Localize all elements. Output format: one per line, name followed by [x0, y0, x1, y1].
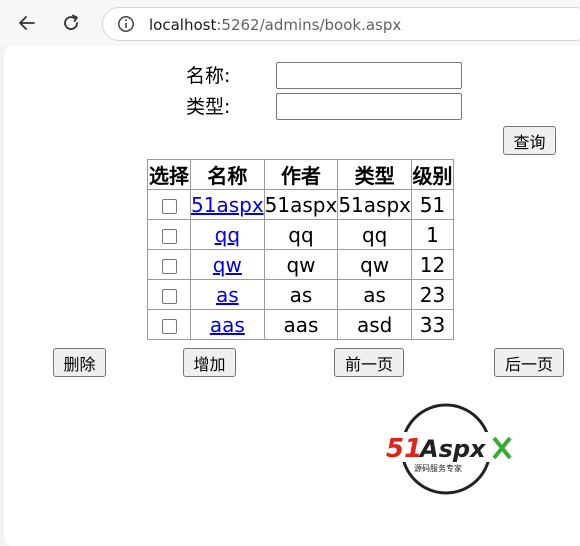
url-text: localhost:5262/admins/book.aspx [149, 16, 401, 34]
back-button[interactable] [12, 8, 42, 38]
select-cell [147, 279, 191, 310]
select-cell [147, 189, 191, 220]
author-cell: qq [263, 219, 339, 250]
row-checkbox[interactable] [161, 288, 177, 304]
header-level: 级别 [410, 159, 454, 190]
type-cell: qq [337, 219, 412, 250]
page-content: 名称: 类型: 查询 选择 名称 作者 类型 级别 51aspx 51aspx … [4, 46, 580, 546]
row-checkbox[interactable] [161, 198, 177, 214]
name-cell: as [190, 279, 265, 310]
type-cell: qw [337, 249, 412, 280]
url-path: :5262/admins/book.aspx [216, 16, 402, 34]
51aspx-logo: 51 Aspx 源码服务专家 [386, 403, 516, 495]
name-label: 名称: [186, 65, 231, 87]
url-host: localhost [149, 16, 217, 34]
header-select: 选择 [147, 159, 191, 190]
level-cell: 12 [410, 249, 454, 280]
site-info-icon[interactable] [117, 15, 135, 33]
book-name-link[interactable]: aas [210, 313, 245, 337]
name-cell: aas [190, 309, 265, 340]
prev-page-button[interactable]: 前一页 [334, 348, 404, 377]
type-cell: 51aspx [337, 189, 412, 220]
reload-button[interactable] [56, 8, 86, 38]
add-button[interactable]: 增加 [183, 348, 236, 377]
name-input[interactable] [276, 62, 462, 89]
author-cell: qw [263, 249, 339, 280]
header-author: 作者 [263, 159, 339, 190]
author-cell: 51aspx [263, 189, 339, 220]
level-cell: 51 [410, 189, 454, 220]
books-table: 选择 名称 作者 类型 级别 51aspx 51aspx 51aspx 51 q… [147, 159, 454, 340]
delete-button[interactable]: 删除 [53, 348, 106, 377]
query-button[interactable]: 查询 [503, 126, 556, 155]
book-name-link[interactable]: 51aspx [191, 193, 264, 217]
book-name-link[interactable]: as [216, 283, 239, 307]
table-header-row: 选择 名称 作者 类型 级别 [147, 159, 454, 190]
reload-icon [64, 14, 78, 30]
type-input[interactable] [276, 93, 462, 120]
level-cell: 1 [410, 219, 454, 250]
type-cell: asd [337, 309, 412, 340]
select-cell [147, 249, 191, 280]
book-name-link[interactable]: qw [213, 253, 242, 277]
author-cell: aas [263, 309, 339, 340]
row-checkbox[interactable] [161, 318, 177, 334]
type-cell: as [337, 279, 412, 310]
row-checkbox[interactable] [161, 258, 177, 274]
header-name: 名称 [190, 159, 265, 190]
book-name-link[interactable]: qq [215, 223, 240, 247]
select-cell [147, 309, 191, 340]
level-cell: 23 [410, 279, 454, 310]
name-cell: qw [190, 249, 265, 280]
type-label: 类型: [186, 96, 231, 118]
name-cell: qq [190, 219, 265, 250]
address-bar[interactable]: localhost:5262/admins/book.aspx [102, 7, 580, 41]
table-row: qw qw qw 12 [147, 249, 454, 280]
back-arrow-icon [19, 16, 35, 30]
browser-toolbar: localhost:5262/admins/book.aspx [0, 0, 580, 46]
table-row: aas aas asd 33 [147, 309, 454, 340]
logo-brand: Aspx [418, 435, 487, 463]
name-cell: 51aspx [190, 189, 265, 220]
logo-slogan: 源码服务专家 [414, 463, 462, 473]
author-cell: as [263, 279, 339, 310]
table-row: qq qq qq 1 [147, 219, 454, 250]
table-row: as as as 23 [147, 279, 454, 310]
select-cell [147, 219, 191, 250]
header-type: 类型 [337, 159, 412, 190]
row-checkbox[interactable] [161, 228, 177, 244]
next-page-button[interactable]: 后一页 [494, 348, 564, 377]
logo-number: 51 [386, 434, 422, 464]
level-cell: 33 [410, 309, 454, 340]
table-row: 51aspx 51aspx 51aspx 51 [147, 189, 454, 220]
